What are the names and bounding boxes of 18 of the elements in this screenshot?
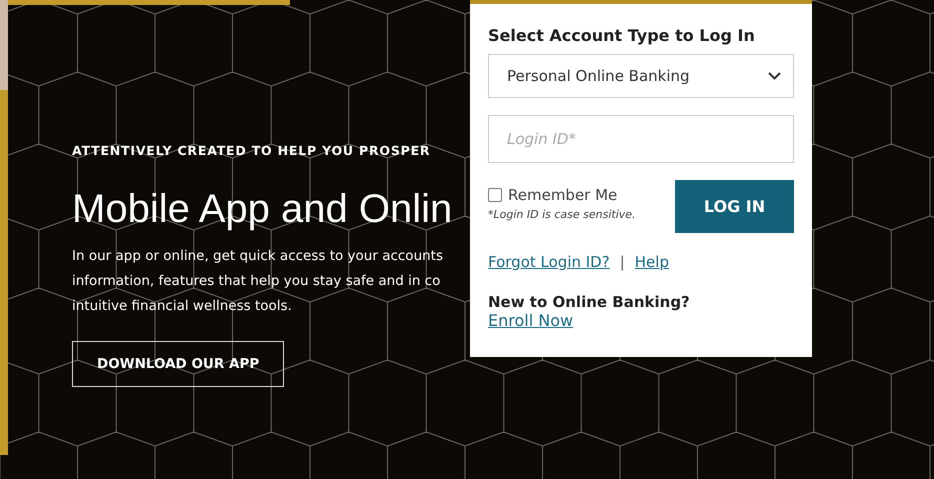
- login-id-field[interactable]: Login ID*: [488, 115, 794, 163]
- hero-title: Mobile App and Onlin: [72, 187, 452, 232]
- help-link[interactable]: Help: [634, 253, 669, 271]
- case-sensitive-note: *Login ID is case sensitive.: [488, 208, 636, 221]
- log-in-button[interactable]: LOG IN: [675, 180, 794, 233]
- link-separator: |: [620, 253, 625, 271]
- download-button[interactable]: DOWNLOAD OUR APP: [72, 341, 284, 387]
- remember-me-checkbox[interactable]: Remember Me: [488, 186, 636, 204]
- eyebrow-text: ATTENTIVELY CREATED TO HELP YOU PROSPER: [72, 143, 430, 158]
- hero-description: intuitive financial wellness tools.: [72, 297, 292, 316]
- chevron-down-icon: [768, 72, 781, 80]
- enroll-link[interactable]: Enroll Now: [488, 311, 574, 330]
- hero-description: information, features that help you stay safe and in co: [72, 272, 440, 291]
- account-type-select[interactable]: Personal Online Banking: [488, 54, 794, 98]
- help-link[interactable]: Forgot Login ID?: [488, 253, 610, 271]
- enroll-heading: New to Online Banking?: [488, 293, 691, 311]
- login-heading: Select Account Type to Log In: [488, 26, 756, 45]
- hero-description: In our app or online, get quick access to your accounts: [72, 247, 444, 266]
